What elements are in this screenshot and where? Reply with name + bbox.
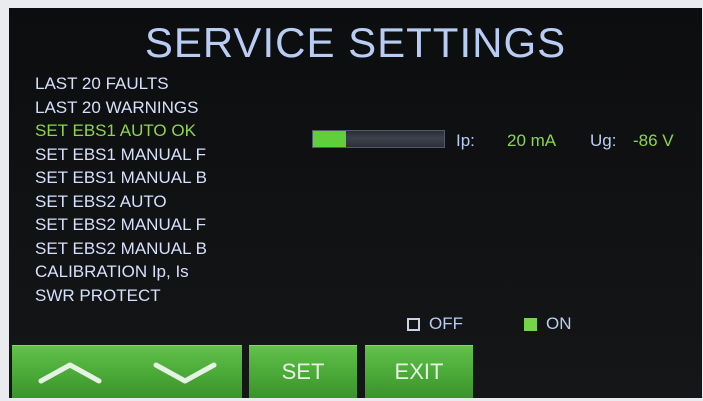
- ug-value: -86 V: [633, 131, 674, 150]
- chevron-down-icon: [153, 362, 216, 384]
- swr-on-option[interactable]: ON: [524, 313, 572, 335]
- menu-item-calibration[interactable]: CALIBRATION Ip, Is: [35, 260, 207, 284]
- menu-item-set-ebs2-auto[interactable]: SET EBS2 AUTO: [35, 190, 207, 214]
- menu-item-set-ebs1-manual-f[interactable]: SET EBS1 MANUAL F: [35, 143, 207, 167]
- settings-menu: LAST 20 FAULTS LAST 20 WARNINGS SET EBS1…: [35, 72, 207, 307]
- menu-item-swr-protect[interactable]: SWR PROTECT: [35, 284, 207, 308]
- exit-button-label: EXIT: [394, 359, 444, 384]
- menu-item-set-ebs2-manual-b[interactable]: SET EBS2 MANUAL B: [35, 237, 207, 261]
- level-bar-fill: [313, 131, 346, 147]
- menu-item-last-20-faults[interactable]: LAST 20 FAULTS: [35, 72, 207, 96]
- level-bar: [312, 130, 445, 148]
- ip-value: 20 mA: [507, 131, 557, 150]
- page-title: SERVICE SETTINGS: [144, 19, 567, 66]
- swr-off-option[interactable]: OFF: [407, 313, 463, 335]
- menu-item-set-ebs1-auto[interactable]: SET EBS1 AUTO OK: [35, 119, 207, 143]
- set-button[interactable]: SET: [249, 345, 357, 398]
- service-screen: SERVICE SETTINGS LAST 20 FAULTS LAST 20 …: [9, 8, 702, 398]
- exit-button[interactable]: EXIT: [365, 345, 473, 398]
- swr-off-checkbox[interactable]: [407, 317, 420, 331]
- set-button-label: SET: [281, 359, 325, 384]
- scroll-button-group: [12, 345, 242, 398]
- scroll-down-button[interactable]: [150, 357, 220, 387]
- menu-item-set-ebs1-manual-b[interactable]: SET EBS1 MANUAL B: [35, 166, 207, 190]
- swr-on-label: ON: [546, 314, 572, 333]
- scroll-up-button[interactable]: [35, 357, 105, 387]
- ug-label: Ug:: [590, 131, 617, 150]
- chevron-up-icon: [38, 362, 101, 384]
- ip-label: Ip:: [456, 131, 475, 150]
- menu-item-last-20-warnings[interactable]: LAST 20 WARNINGS: [35, 96, 207, 120]
- menu-item-set-ebs2-manual-f[interactable]: SET EBS2 MANUAL F: [35, 213, 207, 237]
- swr-off-label: OFF: [429, 314, 463, 333]
- swr-on-checkbox[interactable]: [524, 317, 537, 331]
